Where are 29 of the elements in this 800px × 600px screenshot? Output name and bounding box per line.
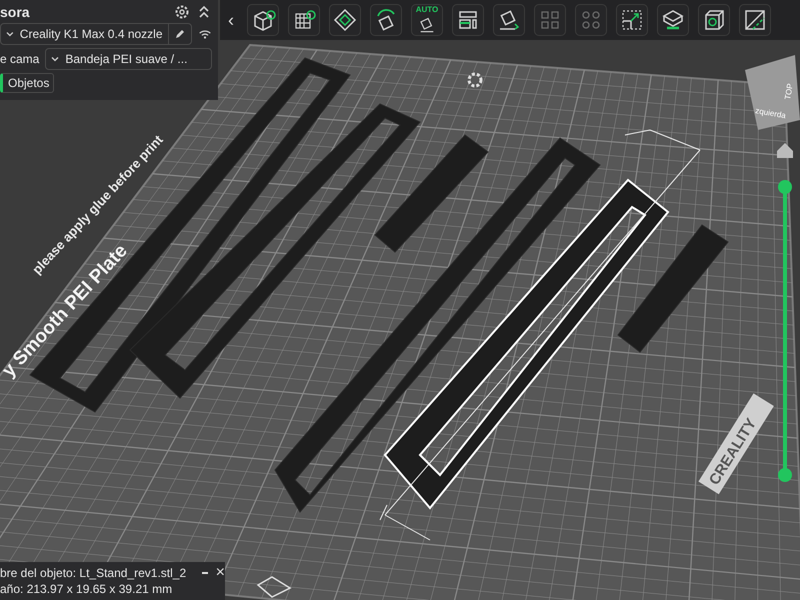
objects-tab[interactable]: Objetos [0, 73, 54, 93]
view-cube: TOP zquierda [745, 55, 800, 130]
panel-title: sora [0, 4, 31, 20]
printer-dropdown[interactable]: Creality K1 Max 0.4 nozzle [0, 23, 192, 45]
home-icon[interactable] [777, 143, 793, 158]
toolbar-button[interactable] [329, 4, 361, 36]
toolbar-button[interactable] [452, 4, 484, 36]
layer-slider[interactable] [778, 180, 792, 482]
toolbar-button[interactable] [657, 4, 689, 36]
object-name: bre del objeto: Lt_Stand_rev1.stl_2 [0, 565, 186, 581]
chevron-icon [5, 29, 15, 39]
toolbar-button[interactable]: AUTO [411, 4, 443, 36]
toolbar-button[interactable] [698, 4, 730, 36]
toolbar-button[interactable] [493, 4, 525, 36]
chevron-icon [50, 54, 60, 64]
bed-dropdown[interactable]: Bandeja PEI suave / ... [45, 48, 212, 70]
settings-icon[interactable] [174, 4, 190, 20]
close-button[interactable]: × [216, 565, 225, 581]
toolbar-button[interactable] [616, 4, 648, 36]
toolbar-button[interactable] [370, 4, 402, 36]
gear-icon [468, 72, 482, 88]
toolbar-button[interactable] [739, 4, 771, 36]
diamond-icon [331, 6, 359, 34]
toolbar-button[interactable] [247, 4, 279, 36]
object-size: año: 213.97 x 19.65 x 39.21 mm [0, 581, 174, 597]
pencil-icon [174, 28, 186, 40]
toolbar-button[interactable] [288, 4, 320, 36]
bed-label: e cama [0, 52, 40, 66]
collapse-button[interactable]: ‹ [224, 10, 238, 30]
